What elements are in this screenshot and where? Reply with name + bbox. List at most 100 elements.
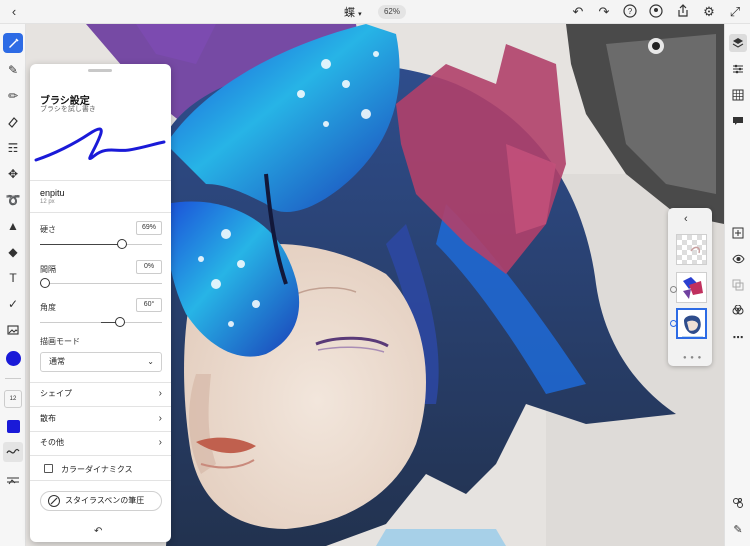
stylus-pressure-button[interactable]: スタイラスペンの筆圧 [40, 491, 162, 511]
more-icon[interactable]: ⋯ [729, 328, 747, 346]
other-row-label: その他 [40, 438, 64, 447]
divider [30, 180, 171, 181]
draw-mode-label: 描画モード [40, 337, 80, 346]
brush-library-icon[interactable] [729, 494, 747, 512]
angle-slider[interactable] [40, 316, 162, 330]
add-layer-icon[interactable] [729, 224, 747, 242]
color-dynamics-checkbox[interactable] [44, 464, 53, 473]
brush-color-square [6, 419, 20, 433]
eraser-icon[interactable] [3, 112, 23, 132]
panel-subtitle: ブラシを試し書き [40, 106, 96, 113]
brush-preview[interactable] [34, 116, 167, 176]
layer-group-indicator[interactable] [670, 320, 677, 327]
comment-icon[interactable] [729, 112, 747, 130]
scatter-row[interactable]: 散布 › [40, 411, 162, 427]
spacing-slider-knob[interactable] [40, 278, 50, 288]
divider [30, 212, 171, 213]
divider [30, 406, 171, 407]
edit-icon[interactable]: ✎ [729, 520, 747, 538]
layer-thumbnail-selected[interactable] [676, 308, 707, 339]
spacing-slider[interactable] [40, 277, 162, 291]
lasso-icon[interactable]: ➰ [3, 190, 23, 210]
chevron-right-icon: › [158, 437, 162, 448]
notification-icon[interactable] [648, 4, 664, 20]
divider [30, 455, 171, 456]
fullscreen-icon[interactable]: ⤢ [727, 4, 743, 20]
text-icon[interactable]: T [3, 268, 23, 288]
eyedropper-icon[interactable]: ✓ [3, 294, 23, 314]
document-title[interactable]: 蝶 ▾ [344, 4, 362, 20]
angle-track-left [40, 322, 101, 323]
fill-brush-icon[interactable]: ✏ [3, 86, 23, 106]
spacing-track [40, 283, 162, 284]
back-icon[interactable]: ‹ [6, 4, 22, 20]
other-row[interactable]: その他 › [40, 435, 162, 451]
adjust-icon[interactable] [729, 60, 747, 78]
merge-icon[interactable] [729, 276, 747, 294]
chevron-down-icon: ⌄ [147, 357, 154, 366]
hardness-track-fill [40, 244, 122, 245]
brush-color-swatch [5, 350, 21, 366]
left-toolbar: ✎ ✏ ☶ ✥ ➰ ▲ ◆ T ✓ 12 [0, 24, 26, 546]
angle-slider-knob[interactable] [115, 317, 125, 327]
chevron-right-icon: › [158, 388, 162, 399]
redo-icon[interactable]: ↷ [596, 4, 612, 20]
spacing-value[interactable]: 0% [136, 260, 162, 274]
stroke-icon[interactable] [3, 442, 23, 462]
grid-icon[interactable] [729, 86, 747, 104]
brush-settings-panel: ブラシ設定 ブラシを試し書き enpitu 12 px 硬さ 69% 間隔 0%… [30, 64, 171, 542]
layer-thumbnail[interactable] [676, 272, 707, 303]
spacing-label: 間隔 [40, 265, 56, 274]
layer-thumbnail[interactable] [676, 234, 707, 265]
collapse-icon[interactable]: ‹ [684, 213, 688, 225]
hardness-value[interactable]: 69% [136, 221, 162, 235]
scatter-row-label: 散布 [40, 414, 56, 423]
divider [30, 480, 171, 481]
angle-label: 角度 [40, 303, 56, 312]
hardness-track [122, 244, 162, 245]
move-icon[interactable]: ✥ [3, 164, 23, 184]
shape-icon[interactable]: ◆ [3, 242, 23, 262]
gear-icon[interactable]: ⚙ [701, 4, 717, 20]
hardness-slider[interactable] [40, 238, 162, 252]
brush-size-control[interactable]: 12 [4, 390, 22, 408]
undo-icon[interactable]: ↶ [570, 4, 586, 20]
share-icon[interactable] [675, 4, 691, 20]
angle-value[interactable]: 60° [136, 298, 162, 312]
draw-mode-select[interactable]: 通常 ⌄ [40, 352, 162, 372]
layers-icon[interactable] [729, 34, 747, 52]
brush-name: enpitu [40, 188, 65, 198]
help-icon[interactable]: ? [622, 4, 638, 20]
color-dynamics-label: カラーダイナミクス [61, 465, 133, 474]
reset-icon[interactable]: ↶ [94, 526, 102, 537]
smudge-icon[interactable]: ☶ [3, 138, 23, 158]
brush-color-button[interactable] [3, 416, 23, 436]
layers-panel: ‹ ● ● ● [668, 208, 712, 366]
hardness-slider-knob[interactable] [117, 239, 127, 249]
document-title-text: 蝶 [344, 7, 355, 19]
visibility-icon[interactable] [729, 250, 747, 268]
fx-icon[interactable] [729, 302, 747, 320]
angle-track-right [121, 322, 162, 323]
divider [30, 382, 171, 383]
chevron-right-icon: › [158, 413, 162, 424]
top-bar: ‹ 蝶 ▾ 62% ↶ ↷ ? ⚙ ⤢ [0, 0, 750, 24]
right-toolbar: ⋯ ✎ [724, 24, 750, 546]
brush-size: 12 px [40, 199, 55, 205]
draw-mode-value: 通常 [49, 357, 65, 366]
layer-group-indicator[interactable] [670, 286, 677, 293]
chevron-down-icon: ▾ [358, 11, 362, 18]
paint-bucket-icon[interactable]: ▲ [3, 216, 23, 236]
svg-text:?: ? [628, 7, 633, 16]
color-swatch[interactable] [3, 348, 23, 368]
shape-row-label: シェイプ [40, 389, 72, 398]
panel-drag-handle[interactable] [88, 69, 112, 72]
stroke-settings-icon[interactable] [3, 470, 23, 490]
pencil-brush-icon[interactable]: ✎ [3, 60, 23, 80]
zoom-level[interactable]: 62% [378, 5, 406, 19]
image-icon[interactable] [3, 320, 23, 340]
hardness-label: 硬さ [40, 225, 56, 234]
brush-icon[interactable] [3, 33, 23, 53]
shape-row[interactable]: シェイプ › [40, 386, 162, 402]
stylus-pressure-label: スタイラスペンの筆圧 [65, 496, 145, 505]
